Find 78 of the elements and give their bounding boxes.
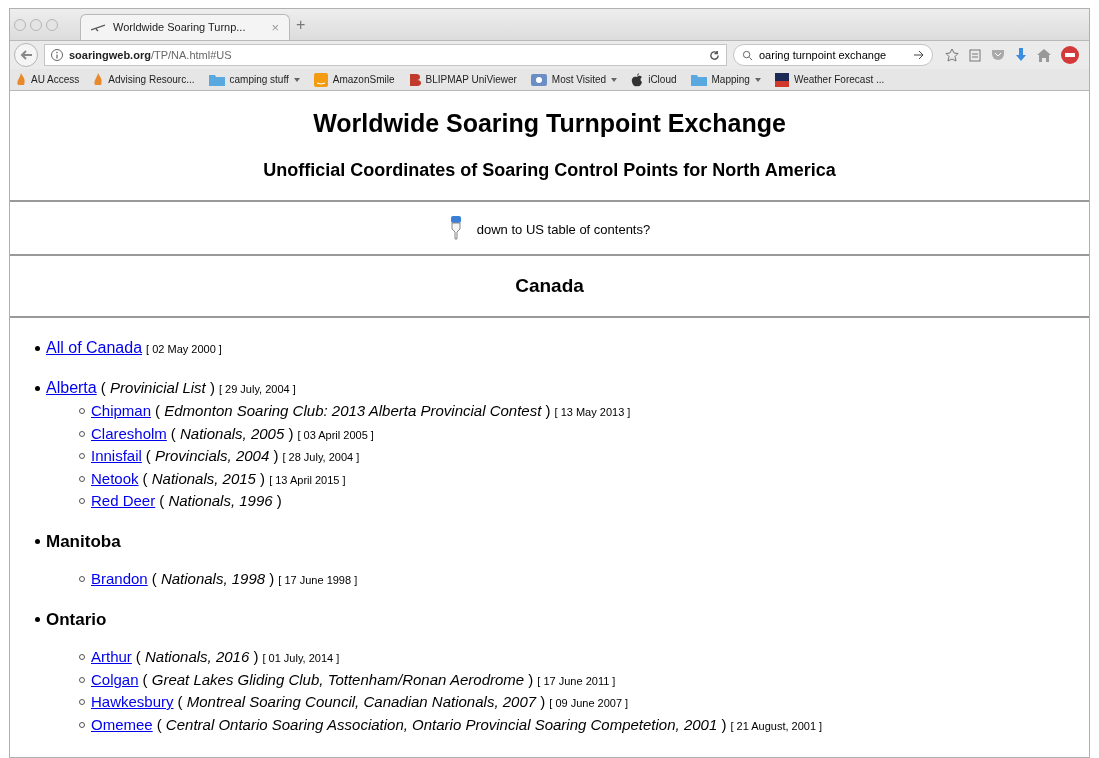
place-note: ( Provinicial List ) bbox=[100, 378, 215, 398]
bookmark-item[interactable]: iCloud bbox=[631, 72, 677, 87]
place-note: ( Great Lakes Gliding Club, Tottenham/Ronan Aerodrome ) bbox=[142, 669, 534, 690]
place-note: ( Montreal Soaring Council, Canadian Nationals, 2007 ) bbox=[177, 692, 546, 712]
date-label: [ 29 July, 2004 ] bbox=[218, 382, 296, 397]
place-note: ( Nationals, 2016 ) bbox=[135, 647, 259, 667]
date-label: [ 17 June 2011 ] bbox=[537, 673, 616, 689]
place-link[interactable]: Netook bbox=[91, 467, 139, 490]
place-note: ( Provincials, 2004 ) bbox=[145, 446, 279, 466]
region-heading: Ontario bbox=[46, 608, 107, 631]
bullet-icon bbox=[35, 385, 40, 391]
region-heading: Manitoba bbox=[46, 530, 121, 553]
place-link[interactable]: Alberta bbox=[46, 376, 97, 400]
bookmark-item[interactable]: BLIPMAP UniViewer bbox=[408, 72, 517, 87]
place-link[interactable]: All of Canada bbox=[46, 336, 143, 360]
place-link[interactable]: Hawkesbury bbox=[91, 691, 174, 714]
place-link[interactable]: Chipman bbox=[91, 400, 152, 423]
flame-icon bbox=[16, 72, 26, 87]
bullet-icon bbox=[35, 616, 40, 622]
place-note: ( Nationals, 2005 ) bbox=[170, 423, 294, 444]
new-tab-button[interactable]: + bbox=[296, 12, 306, 37]
page-subtitle: Unofficial Coordinates of Soaring Control Points for North America bbox=[262, 158, 837, 182]
place-link[interactable]: Innisfail bbox=[91, 445, 142, 468]
address-field[interactable]: soaringweb.org/TP/NA.html#US bbox=[44, 44, 727, 66]
bookmark-item[interactable]: Most Visited bbox=[530, 72, 618, 87]
pocket-icon[interactable] bbox=[991, 49, 1005, 61]
download-icon[interactable] bbox=[1015, 48, 1027, 62]
page-title: Worldwide Soaring Turnpoint Exchange bbox=[312, 108, 787, 139]
place-link[interactable]: Arthur bbox=[91, 646, 132, 669]
bookmark-item[interactable]: Advising Resourc... bbox=[93, 72, 195, 87]
flame-icon bbox=[93, 72, 104, 87]
home-icon[interactable] bbox=[1037, 48, 1051, 62]
star-icon[interactable] bbox=[945, 48, 959, 62]
place-note: ( Nationals, 1998 ) bbox=[151, 569, 275, 589]
folder-icon bbox=[690, 73, 707, 86]
place-link[interactable]: Omemee bbox=[91, 713, 153, 736]
window-control-icon[interactable] bbox=[14, 18, 26, 31]
search-field[interactable]: oaring turnpoint exchange bbox=[733, 44, 933, 66]
arrow-icon[interactable] bbox=[914, 50, 924, 60]
reload-icon[interactable] bbox=[709, 49, 720, 61]
bookmark-item[interactable]: AU Access bbox=[16, 72, 80, 87]
place-note: ( Nationals, 1996 ) bbox=[159, 491, 282, 511]
bookmark-item[interactable]: Mapping bbox=[690, 72, 761, 87]
back-arrow-icon bbox=[20, 50, 32, 60]
contents-link[interactable]: down to US table of contents? bbox=[476, 220, 651, 240]
place-note: ( Central Ontario Soaring Association, Ontario Provincial Soaring Competetion, 2001 ) bbox=[156, 714, 727, 735]
clipboard-icon[interactable] bbox=[969, 48, 981, 62]
date-label: [ 02 May 2000 ] bbox=[146, 342, 222, 357]
date-label: [ 09 June 2007 ] bbox=[549, 696, 629, 711]
place-link[interactable]: Claresholm bbox=[91, 422, 167, 445]
date-label: [ 21 August, 2001 ] bbox=[730, 718, 823, 734]
window-control-icon[interactable] bbox=[46, 18, 58, 31]
bookmark-item[interactable]: Weather Forecast ... bbox=[774, 72, 885, 87]
apple-icon bbox=[631, 72, 644, 87]
date-label: [ 01 July, 2014 ] bbox=[262, 651, 340, 666]
place-link[interactable]: Red Deer bbox=[91, 490, 156, 513]
back-button[interactable] bbox=[14, 43, 38, 67]
search-icon bbox=[742, 49, 753, 61]
bullet-icon bbox=[35, 345, 40, 351]
section-heading: Canada bbox=[514, 273, 585, 298]
info-icon[interactable] bbox=[51, 49, 63, 61]
glider-icon bbox=[91, 23, 105, 32]
bookmark-item[interactable]: AmazonSmile bbox=[313, 72, 395, 87]
date-label: [ 28 July, 2004 ] bbox=[282, 450, 360, 465]
browser-tab[interactable]: Worldwide Soaring Turnp... × bbox=[80, 14, 290, 40]
bullet-icon bbox=[35, 538, 40, 544]
date-label: [ 17 June 1998 ] bbox=[278, 573, 358, 588]
url-text: soaringweb.org/TP/NA.html#US bbox=[69, 47, 233, 63]
place-note: ( Nationals, 2015 ) bbox=[142, 468, 266, 489]
folder-icon bbox=[208, 73, 225, 86]
bookmark-item[interactable]: camping stuff bbox=[208, 72, 300, 87]
place-note: ( Edmonton Soaring Club: 2013 Alberta Provincial Contest ) bbox=[155, 401, 551, 421]
window-control-icon[interactable] bbox=[30, 18, 42, 31]
date-label: [ 13 April 2015 ] bbox=[269, 472, 346, 488]
date-label: [ 13 May 2013 ] bbox=[554, 405, 631, 420]
place-link[interactable]: Colgan bbox=[91, 668, 139, 691]
place-link[interactable]: Brandon bbox=[91, 568, 148, 591]
date-label: [ 03 April 2005 ] bbox=[297, 427, 374, 443]
